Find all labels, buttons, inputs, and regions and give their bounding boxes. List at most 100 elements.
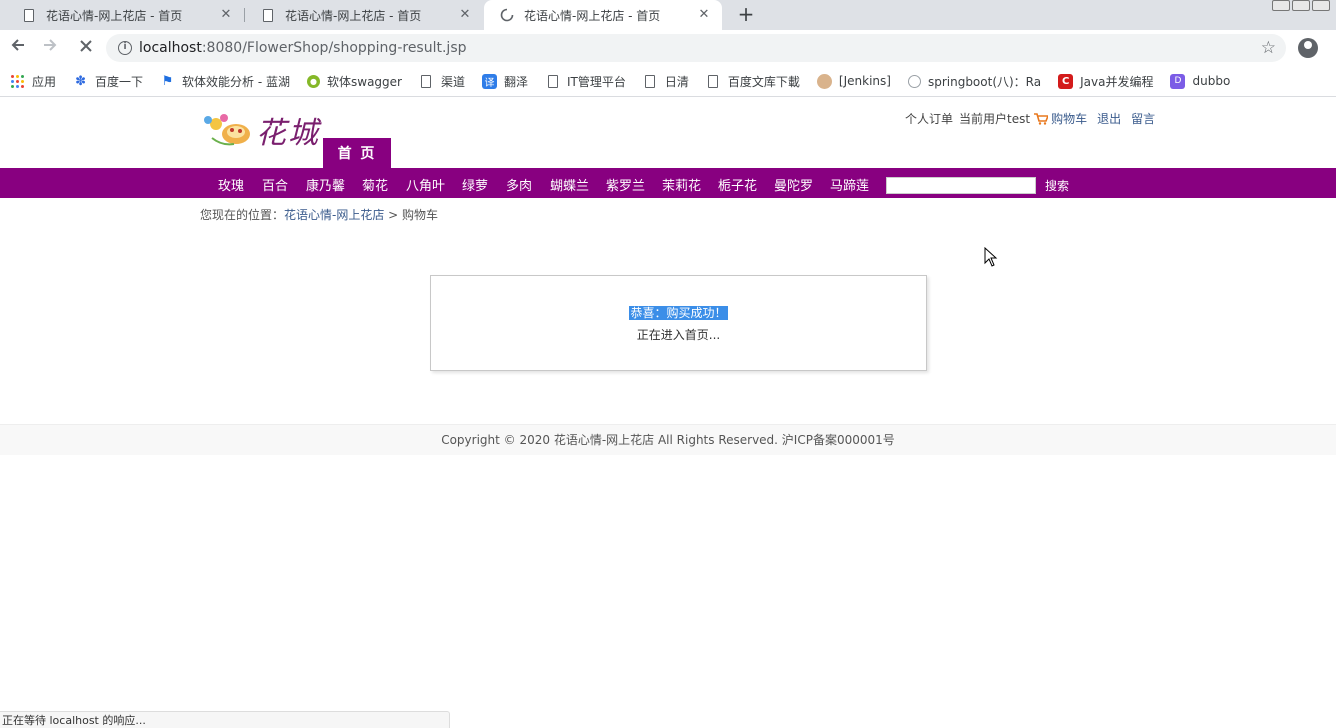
nav-item-pothos[interactable]: 绿萝 [462, 175, 488, 194]
springboot-icon [907, 74, 921, 88]
tab-title: 花语心情-网上花店 - 首页 [46, 8, 183, 23]
site-header: 花城 首 页 个人订单 当前用户test 购物车 退出 留言 [0, 98, 1336, 168]
bookmark-label: 软体swagger [327, 74, 402, 89]
tab-title: 花语心情-网上花店 - 首页 [524, 8, 661, 23]
bookmark-label: dubbo [1192, 74, 1231, 88]
bookmark-label: 百度一下 [95, 74, 144, 89]
page-icon [643, 74, 658, 89]
close-icon[interactable]: ✕ [218, 7, 234, 23]
back-arrow-icon [11, 39, 24, 51]
current-user-text: 当前用户test [959, 112, 1031, 126]
orders-link[interactable]: 个人订单 [905, 110, 953, 127]
logo-text: 花城 [256, 116, 320, 151]
bookmark-channel[interactable]: 渠道 [419, 73, 465, 90]
apps-grid-icon [10, 74, 25, 89]
back-button[interactable] [6, 36, 30, 60]
search-input[interactable] [886, 177, 1036, 194]
bookmark-java-concurrency[interactable]: C Java并发编程 [1058, 73, 1153, 90]
result-subtitle: 正在进入首页... [636, 328, 721, 342]
bookmark-swagger[interactable]: ● 软体swagger [307, 73, 402, 90]
bookmark-jenkins[interactable]: [Jenkins] [816, 73, 891, 89]
page-icon [419, 74, 434, 89]
bookmark-label: 百度文库下載 [727, 74, 800, 89]
result-title: 恭喜：购买成功！ [431, 304, 926, 321]
result-title-text: 恭喜：购买成功！ [629, 306, 728, 320]
tab-title: 花语心情-网上花店 - 首页 [285, 8, 422, 23]
browser-tab-1[interactable]: 花语心情-网上花店 - 首页 ✕ [6, 0, 244, 30]
page-icon [261, 8, 275, 22]
breadcrumb-current: 购物车 [402, 208, 439, 222]
bookmark-label: springboot(八)：Ra [927, 74, 1042, 89]
mouse-cursor-icon [984, 247, 998, 267]
breadcrumb-separator: > [384, 208, 403, 222]
close-icon[interactable]: ✕ [696, 7, 712, 23]
user-links: 个人订单 当前用户test 购物车 退出 留言 [905, 110, 1155, 127]
stop-loading-button[interactable] [74, 36, 98, 60]
nav-item-chrysanthemum[interactable]: 菊花 [362, 175, 388, 194]
info-icon[interactable]: i [118, 41, 132, 55]
message-link[interactable]: 留言 [1131, 110, 1155, 127]
nav-item-jasmine[interactable]: 茉莉花 [662, 175, 701, 194]
nav-item-rose[interactable]: 玫瑰 [218, 175, 244, 194]
stop-icon [80, 40, 92, 52]
nav-item-datura[interactable]: 曼陀罗 [774, 175, 813, 194]
csdn-icon: C [1058, 73, 1074, 89]
translate-icon: 译 [482, 73, 497, 89]
bookmark-baidu-wenku[interactable]: 百度文库下載 [706, 73, 800, 90]
window-controls [1272, 0, 1330, 11]
nav-item-calla-lily[interactable]: 马蹄莲 [830, 175, 869, 194]
browser-tab-2[interactable]: 花语心情-网上花店 - 首页 ✕ [245, 0, 483, 30]
page-icon [22, 8, 36, 22]
bookmark-label: Java并发编程 [1080, 74, 1154, 89]
browser-tab-3-active[interactable]: 花语心情-网上花店 - 首页 ✕ [484, 0, 722, 30]
bookmark-it-platform[interactable]: IT管理平台 [545, 73, 626, 90]
nav-item-gardenia[interactable]: 栀子花 [718, 175, 757, 194]
nav-item-fatsia[interactable]: 八角叶 [406, 175, 445, 194]
lanhu-icon: ⚑ [161, 73, 174, 89]
breadcrumb-home-link[interactable]: 花语心情-网上花店 [284, 208, 384, 222]
browser-tabstrip: 花语心情-网上花店 - 首页 ✕ 花语心情-网上花店 - 首页 ✕ 花语心情-网… [0, 0, 1336, 30]
close-icon[interactable]: ✕ [457, 7, 473, 23]
bookmark-springboot[interactable]: springboot(八)：Ra [907, 73, 1042, 90]
cart-link[interactable]: 购物车 [1051, 110, 1087, 127]
bookmark-baidu[interactable]: ✽ 百度一下 [73, 73, 143, 90]
loading-spinner-icon [500, 8, 514, 22]
bookmark-label: 日清 [664, 74, 689, 89]
forward-button[interactable] [38, 36, 62, 60]
bookmark-dubbo[interactable]: D dubbo [1170, 73, 1231, 89]
bookmark-daily[interactable]: 日清 [643, 73, 689, 90]
bookmark-label: [Jenkins] [838, 74, 891, 88]
bookmark-lanhu[interactable]: ⚑ 软体效能分析 - 蓝湖 [160, 73, 290, 90]
purchase-result-box: 恭喜：购买成功！ 正在进入首页... [430, 275, 927, 371]
browser-status-bubble: 正在等待 localhost 的响应... [0, 711, 450, 728]
bookmark-apps[interactable]: 应用 [10, 73, 56, 90]
dubbo-icon: D [1170, 73, 1186, 89]
page-icon [706, 74, 721, 89]
bookmark-translate[interactable]: 译 翻泽 [482, 73, 528, 90]
category-nav-bar: 玫瑰 百合 康乃馨 菊花 八角叶 绿萝 多肉 蝴蝶兰 紫罗兰 茉莉花 栀子花 曼… [0, 168, 1336, 198]
forward-arrow-icon [44, 39, 57, 51]
logout-link[interactable]: 退出 [1097, 110, 1121, 127]
bookmark-label: 应用 [32, 74, 57, 89]
close-window-icon[interactable] [1312, 0, 1330, 11]
bookmark-label: 渠道 [440, 74, 465, 89]
nav-item-lily[interactable]: 百合 [262, 175, 288, 194]
restore-icon[interactable] [1292, 0, 1310, 11]
nav-item-orchid[interactable]: 蝴蝶兰 [550, 175, 589, 194]
nav-item-succulent[interactable]: 多肉 [506, 175, 532, 194]
breadcrumb: 您现在的位置：花语心情-网上花店 > 购物车 [200, 206, 438, 223]
page-icon [545, 74, 560, 89]
jenkins-icon [816, 73, 832, 89]
search-button[interactable]: 搜索 [1045, 177, 1069, 194]
nav-item-violet[interactable]: 紫罗兰 [606, 175, 645, 194]
home-nav-tab[interactable]: 首 页 [323, 138, 391, 168]
profile-avatar-icon[interactable] [1298, 38, 1318, 58]
browser-toolbar: i localhost:8080/FlowerShop/shopping-res… [0, 30, 1336, 66]
address-bar[interactable]: i localhost:8080/FlowerShop/shopping-res… [106, 34, 1286, 62]
new-tab-button[interactable]: + [734, 3, 758, 27]
nav-item-carnation[interactable]: 康乃馨 [306, 175, 345, 194]
minimize-icon[interactable] [1272, 0, 1290, 11]
url-text: localhost:8080/FlowerShop/shopping-resul… [139, 40, 467, 56]
bookmark-label: 软体效能分析 - 蓝湖 [182, 74, 290, 89]
bookmark-star-icon[interactable]: ☆ [1261, 38, 1276, 58]
